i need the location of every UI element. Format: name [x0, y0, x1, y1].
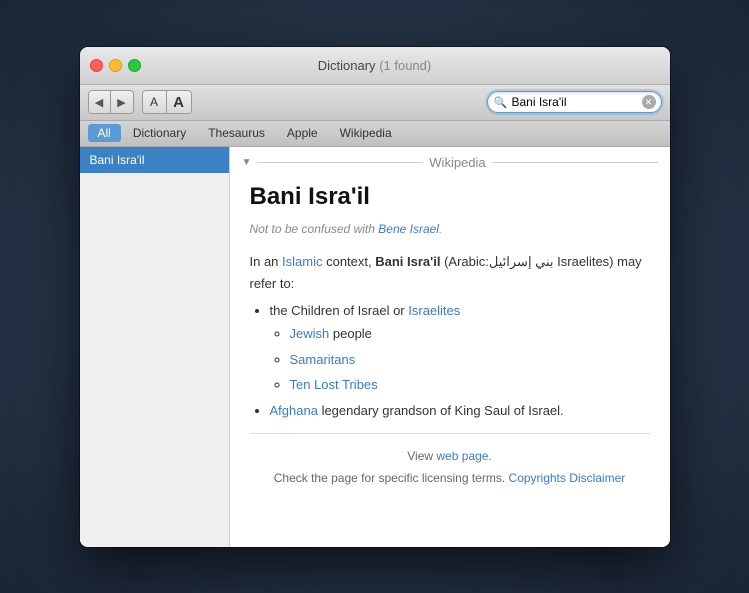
sub-list: Jewish people Samaritans Ten Lost Tribes [290, 323, 650, 395]
subtitle-link[interactable]: Bene Israel [378, 222, 439, 236]
window-title: Dictionary (1 found) [318, 58, 431, 73]
sub-item-samaritans: Samaritans [290, 349, 650, 370]
ten-lost-tribes-link[interactable]: Ten Lost Tribes [290, 377, 378, 392]
intro-paragraph: In an Islamic context, Bani Isra'il (Ara… [250, 251, 650, 294]
jewish-link[interactable]: Jewish [290, 326, 330, 341]
font-large-button[interactable]: A [167, 91, 191, 113]
jewish-text: people [333, 326, 372, 341]
font-small-button[interactable]: A [143, 91, 167, 113]
copyrights-link[interactable]: Copyrights [509, 471, 566, 485]
article-body: In an Islamic context, Bani Isra'il (Ara… [250, 251, 650, 489]
tab-apple[interactable]: Apple [277, 124, 328, 142]
footer-period: . [488, 449, 491, 463]
titlebar: Dictionary (1 found) [80, 47, 670, 85]
app-window: Dictionary (1 found) ◀ ▶ A A 🔍 ✕ All Dic… [80, 47, 670, 547]
maximize-button[interactable] [128, 59, 141, 72]
article-main-title: Bani Isra'il [250, 178, 650, 216]
footer-section: View web page. Check the page for specif… [250, 433, 650, 489]
sidebar: Bani Isra'il [80, 147, 230, 547]
article-pane: ▼ Wikipedia Bani Isra'il Not to be confu… [230, 147, 670, 547]
main-list: the Children of Israel or Israelites Jew… [270, 300, 650, 421]
israelites-link[interactable]: Israelites [408, 303, 460, 318]
back-button[interactable]: ◀ [89, 91, 111, 113]
found-count: (1 found) [379, 58, 431, 73]
search-input[interactable] [487, 91, 662, 113]
tab-thesaurus[interactable]: Thesaurus [198, 124, 275, 142]
article-subtitle: Not to be confused with Bene Israel. [250, 220, 650, 239]
font-size-buttons: A A [142, 90, 192, 114]
samaritans-link[interactable]: Samaritans [290, 352, 356, 367]
search-box: 🔍 ✕ [487, 91, 662, 113]
search-clear-button[interactable]: ✕ [642, 95, 656, 109]
list-item-2-text: legendary grandson of King Saul of Israe… [322, 403, 564, 418]
section-line-left [257, 162, 423, 163]
footer-check: Check the page for specific licensing te… [274, 471, 505, 485]
footer-line2: Check the page for specific licensing te… [250, 468, 650, 490]
web-page-link[interactable]: web page [436, 449, 488, 463]
footer-line1: View web page. [250, 446, 650, 468]
nav-buttons: ◀ ▶ [88, 90, 134, 114]
close-button[interactable] [90, 59, 103, 72]
sub-item-jewish: Jewish people [290, 323, 650, 344]
content-area: Bani Isra'il ▼ Wikipedia Bani Isra'il No… [80, 147, 670, 547]
afghana-link[interactable]: Afghana [270, 403, 318, 418]
collapse-triangle[interactable]: ▼ [242, 157, 252, 168]
tab-all[interactable]: All [88, 124, 121, 142]
list-item-2: Afghana legendary grandson of King Saul … [270, 400, 650, 421]
tab-dictionary[interactable]: Dictionary [123, 124, 196, 142]
body-bold: Bani Isra'il [375, 254, 440, 269]
traffic-lights [90, 59, 141, 72]
source-tabs: All Dictionary Thesaurus Apple Wikipedia [80, 121, 670, 147]
islamic-link[interactable]: Islamic [282, 254, 322, 269]
section-header: ▼ Wikipedia [230, 147, 670, 178]
sidebar-item[interactable]: Bani Isra'il [80, 147, 229, 173]
disclaimer-link[interactable]: Disclaimer [569, 471, 625, 485]
tab-wikipedia[interactable]: Wikipedia [330, 124, 402, 142]
minimize-button[interactable] [109, 59, 122, 72]
section-title: Wikipedia [429, 155, 485, 170]
footer-view: View [407, 449, 433, 463]
forward-button[interactable]: ▶ [111, 91, 133, 113]
section-line-right [492, 162, 658, 163]
toolbar: ◀ ▶ A A 🔍 ✕ [80, 85, 670, 121]
subtitle-prefix: Not to be confused with [250, 222, 375, 236]
list-item-1-pre: the Children of Israel or [270, 303, 405, 318]
title-label: Dictionary [318, 58, 376, 73]
list-item-1: the Children of Israel or Israelites Jew… [270, 300, 650, 396]
article-content: Bani Isra'il Not to be confused with Ben… [230, 178, 670, 510]
sub-item-ten-tribes: Ten Lost Tribes [290, 374, 650, 395]
